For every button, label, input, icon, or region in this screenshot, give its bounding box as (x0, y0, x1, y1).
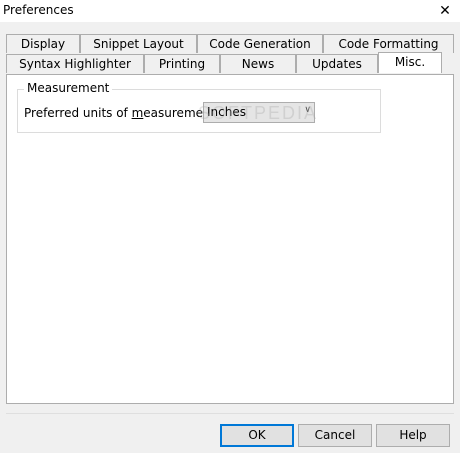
tab-updates[interactable]: Updates (296, 54, 378, 73)
title-bar: Preferences ✕ (0, 0, 460, 22)
units-label-mnemonic: m (131, 106, 144, 120)
tab-snippet-layout[interactable]: Snippet Layout (80, 34, 197, 53)
units-label-prefix: Preferred units of (24, 106, 132, 120)
chevron-down-icon[interactable]: ∨ (304, 105, 311, 115)
tab-code-formatting[interactable]: Code Formatting (323, 34, 454, 53)
measurement-group: Measurement Preferred units of measureme… (17, 81, 381, 133)
window-title: Preferences (3, 3, 74, 17)
cancel-button[interactable]: Cancel (298, 424, 372, 447)
tab-row-front: Syntax Highlighter Printing News Updates… (0, 52, 460, 74)
units-select-value: Inches (207, 105, 246, 119)
help-button[interactable]: Help (376, 424, 450, 447)
close-icon[interactable]: ✕ (430, 0, 460, 22)
tab-display[interactable]: Display (6, 34, 80, 53)
tab-news[interactable]: News (220, 54, 296, 73)
tab-syntax-highlighter[interactable]: Syntax Highlighter (6, 54, 144, 73)
ok-button[interactable]: OK (220, 424, 294, 447)
tab-code-generation[interactable]: Code Generation (197, 34, 323, 53)
measurement-group-label: Measurement (24, 81, 113, 95)
tab-printing[interactable]: Printing (144, 54, 220, 73)
tab-row-back: Display Snippet Layout Code Generation C… (0, 34, 460, 54)
units-label: Preferred units of measurement: (24, 106, 219, 120)
units-select[interactable]: Inches ∨ (203, 102, 315, 123)
tab-misc[interactable]: Misc. (378, 52, 442, 73)
separator (6, 413, 454, 414)
misc-panel: Measurement Preferred units of measureme… (6, 74, 454, 404)
